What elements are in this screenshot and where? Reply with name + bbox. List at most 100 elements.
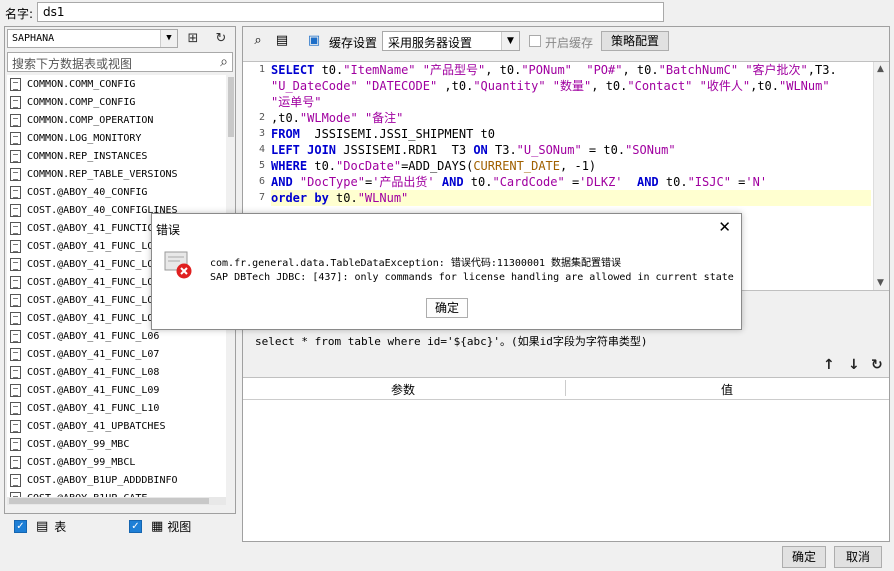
table-name: COMMON.REP_INSTANCES (27, 150, 148, 162)
table-icon (10, 329, 21, 343)
sql-line-text: "U_DateCode" "DATECODE" ,t0."Quantity" "… (271, 79, 830, 93)
name-input[interactable]: ds1 (37, 2, 664, 22)
show-tables-label: 表 (54, 519, 67, 534)
table-list-item[interactable]: COST.@ABOY_40_CONFIG (7, 183, 226, 201)
show-views-checkbox[interactable]: ✓ (129, 519, 142, 533)
editor-toolbar: ⌕ ▤ ▣ 缓存设置 采用服务器设置 ▼ 开启缓存 策略配置 (243, 27, 889, 57)
table-icon (10, 95, 21, 109)
table-icon (10, 131, 21, 145)
policy-config-button[interactable]: 策略配置 (601, 31, 669, 51)
sql-line-text: SELECT t0."ItemName" "产品型号", t0."PONum" … (271, 63, 837, 77)
table-icon (10, 419, 21, 433)
line-number: 5 (258, 160, 265, 171)
dialog-title: 错误 (156, 223, 181, 237)
error-message-primary: com.fr.general.data.TableDataException: … (210, 258, 622, 269)
show-views-label: 视图 (167, 519, 192, 534)
table-list-item[interactable]: COMMON.COMM_CONFIG (7, 75, 226, 93)
table-name: COST.@ABOY_41_FUNC_LO (27, 294, 154, 306)
scroll-up-icon[interactable]: ▲ (877, 64, 884, 74)
database-select-value: SAPHANA (12, 33, 55, 44)
sql-line[interactable]: "运单号" (271, 94, 871, 110)
table-list-item[interactable]: COMMON.COMP_OPERATION (7, 111, 226, 129)
dialog-ok-button[interactable]: 确定 (426, 298, 468, 318)
sql-line[interactable]: 3 FROM JSSISEMI.JSSI_SHIPMENT t0 (259, 126, 871, 142)
table-icon (10, 455, 21, 469)
sql-line[interactable]: "U_DateCode" "DATECODE" ,t0."Quantity" "… (271, 78, 871, 94)
table-list-item[interactable]: COST.@ABOY_99_MBC (7, 435, 226, 453)
search-placeholder: 搜索下方数据表或视图 (12, 57, 133, 71)
cancel-button[interactable]: 取消 (834, 546, 882, 568)
sql-line[interactable]: 2 ,t0."WLMode" "备注" (259, 110, 871, 126)
table-icon (10, 77, 21, 91)
table-list-item[interactable]: COMMON.REP_INSTANCES (7, 147, 226, 165)
sql-line[interactable]: 6 AND "DocType"='产品出货' AND t0."CardCode" … (259, 174, 871, 190)
move-up-icon[interactable]: ↑ (823, 357, 835, 373)
table-list-item[interactable]: COMMON.REP_TABLE_VERSIONS (7, 165, 226, 183)
preview-icon[interactable]: ⌕ (249, 32, 267, 50)
show-views-toggle[interactable]: ✓ ▦ 视图 (129, 517, 191, 535)
scroll-down-icon[interactable]: ▼ (877, 278, 884, 288)
sql-line[interactable]: 4 LEFT JOIN JSSISEMI.RDR1 T3 ON T3."U_SON… (259, 142, 871, 158)
sql-line-text: LEFT JOIN JSSISEMI.RDR1 T3 ON T3."U_SONu… (271, 143, 676, 157)
table-name: COST.@ABOY_41_FUNC_L06 (27, 330, 160, 342)
sql-line-text: order by t0."WLNum" (271, 191, 409, 205)
enable-cache-checkbox[interactable] (529, 35, 541, 47)
table-edit-icon[interactable]: ⊞ (181, 29, 205, 49)
table-name: COST.@ABOY_41_FUNC_LO (27, 312, 154, 324)
format-icon[interactable]: ▤ (273, 32, 291, 50)
database-select[interactable]: SAPHANA ▼ (7, 29, 178, 48)
error-icon (164, 251, 192, 279)
line-number: 3 (258, 128, 265, 139)
table-list-item[interactable]: COST.@ABOY_41_UPBATCHES (7, 417, 226, 435)
table-list-item[interactable]: COST.@ABOY_41_FUNC_L10 (7, 399, 226, 417)
cache-icon[interactable]: ▣ (305, 32, 323, 50)
table-icon: ▤ (36, 518, 49, 534)
table-icon (10, 221, 21, 235)
table-list-item[interactable]: COST.@ABOY_41_FUNC_L08 (7, 363, 226, 381)
table-list-item[interactable]: COST.@ABOY_41_FUNC_L09 (7, 381, 226, 399)
table-list-hscrollbar[interactable] (7, 497, 226, 505)
sql-line[interactable]: 1 SELECT t0."ItemName" "产品型号", t0."PONum"… (259, 62, 871, 78)
cache-mode-select[interactable]: 采用服务器设置 ▼ (382, 31, 520, 51)
show-tables-toggle[interactable]: ✓ ▤ 表 (14, 517, 66, 535)
table-search-input[interactable]: 搜索下方数据表或视图 ⌕ (7, 52, 233, 72)
param-table-header: 参数 值 (243, 378, 889, 400)
error-dialog: 错误 ✕ com.fr.general.data.TableDataExcept… (151, 213, 742, 330)
show-tables-checkbox[interactable]: ✓ (14, 519, 27, 533)
line-number: 1 (258, 64, 265, 75)
table-list-item[interactable]: COST.@ABOY_41_FUNC_L07 (7, 345, 226, 363)
move-down-icon[interactable]: ↓ (848, 357, 860, 373)
error-message-detail: SAP DBTech JDBC: [437]: only commands fo… (210, 272, 734, 283)
table-list-item[interactable]: COST.@ABOY_B1UP_ADDDBINFO (7, 471, 226, 489)
table-name: COMMON.LOG_MONITORY (27, 132, 142, 144)
table-icon (10, 239, 21, 253)
chevron-down-icon[interactable]: ▼ (501, 32, 519, 50)
table-name: COMMON.REP_TABLE_VERSIONS (27, 168, 178, 180)
editor-scrollbar[interactable]: ▲ ▼ (873, 62, 889, 290)
table-name: COMMON.COMM_CONFIG (27, 78, 136, 90)
chevron-down-icon[interactable]: ▼ (160, 30, 177, 47)
sql-line-text: "运单号" (271, 95, 322, 109)
close-icon[interactable]: ✕ (718, 218, 731, 236)
table-icon (10, 347, 21, 361)
ok-button[interactable]: 确定 (782, 546, 826, 568)
refresh-params-icon[interactable]: ↻ (871, 357, 883, 373)
table-icon (10, 275, 21, 289)
table-icon (10, 203, 21, 217)
table-list-item[interactable]: COST.@ABOY_99_MBCL (7, 453, 226, 471)
table-name: COST.@ABOY_41_FUNC_L08 (27, 366, 160, 378)
table-icon (10, 293, 21, 307)
refresh-icon[interactable]: ↻ (209, 29, 233, 49)
table-list-item[interactable]: COST.@ABOY_B1UP_CATE (7, 489, 226, 497)
table-list-item[interactable]: COMMON.LOG_MONITORY (7, 129, 226, 147)
table-name: COST.@ABOY_41_FUNCTIC (27, 222, 154, 234)
sql-line[interactable]: 5 WHERE t0."DocDate"=ADD_DAYS(CURRENT_DAT… (259, 158, 871, 174)
table-list-item[interactable]: COMMON.COMP_CONFIG (7, 93, 226, 111)
sql-line-text: ,t0."WLMode" "备注" (271, 111, 404, 125)
table-name: COST.@ABOY_41_FUNC_L10 (27, 402, 160, 414)
sql-line[interactable]: 7 order by t0."WLNum" (259, 190, 871, 206)
name-label: 名字: (5, 7, 34, 21)
sql-code[interactable]: 1 SELECT t0."ItemName" "产品型号", t0."PONum"… (259, 62, 871, 206)
table-name: COST.@ABOY_41_FUNC_LO (27, 276, 154, 288)
search-icon[interactable]: ⌕ (220, 54, 228, 70)
